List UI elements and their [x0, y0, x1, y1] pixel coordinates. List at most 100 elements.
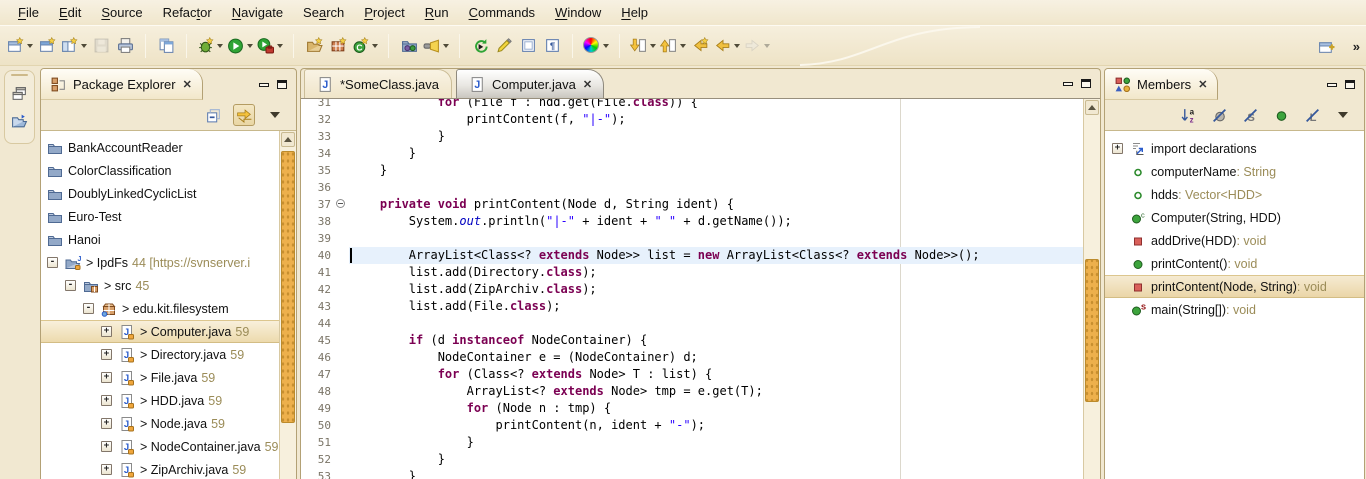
minimize-icon[interactable] [1063, 82, 1073, 86]
expand-toggle-icon[interactable]: + [101, 395, 112, 406]
maximize-icon[interactable] [1345, 80, 1355, 89]
tree-item-hanoi[interactable]: Hanoi [41, 228, 296, 251]
new-wizard-button[interactable] [5, 34, 35, 58]
tab-close-icon[interactable]: ✕ [582, 78, 593, 91]
open-type-button[interactable] [397, 34, 421, 58]
tree-item-doublylinkedcycliclist[interactable]: DoublyLinkedCyclicList [41, 182, 296, 205]
fast-view-grip[interactable] [11, 74, 28, 76]
code-line-45[interactable]: 45 if (d instanceof NodeContainer) { [301, 332, 1083, 349]
open-perspective-button[interactable] [1315, 34, 1339, 58]
menu-window[interactable]: Window [545, 1, 611, 24]
fold-collapse-icon[interactable] [335, 196, 349, 213]
search-flashlight-button[interactable] [421, 34, 451, 58]
tree-item-nodecontainer.java[interactable]: +J> NodeContainer.java59 [41, 435, 296, 458]
code-line-38[interactable]: 38 System.out.println("|-" + ident + " "… [301, 213, 1083, 230]
run-button[interactable] [225, 34, 255, 58]
code-line-49[interactable]: 49 for (Node n : tmp) { [301, 400, 1083, 417]
stacked-pages-button[interactable] [154, 34, 178, 58]
dropdown-chevron-icon[interactable] [27, 44, 33, 48]
last-edit-location-button[interactable] [688, 34, 712, 58]
code-line-40[interactable]: 40 ArrayList<Class<? extends Node>> list… [301, 247, 1083, 264]
tree-item-file.java[interactable]: +J> File.java59 [41, 366, 296, 389]
expand-toggle-icon[interactable]: + [1112, 143, 1123, 154]
dropdown-chevron-icon[interactable] [372, 44, 378, 48]
dropdown-chevron-icon[interactable] [217, 44, 223, 48]
tree-item-computer.java[interactable]: +J> Computer.java59 [41, 320, 296, 343]
open-folder-button[interactable] [9, 110, 31, 132]
code-line-44[interactable]: 44 [301, 315, 1083, 332]
editor-scrollbar[interactable] [1083, 99, 1100, 479]
debug-button[interactable] [195, 34, 225, 58]
expand-toggle-icon[interactable]: + [101, 464, 112, 475]
member-item-computer[interactable]: cComputer(String, HDD) [1105, 206, 1364, 229]
code-line-52[interactable]: 52 } [301, 451, 1083, 468]
menu-source[interactable]: Source [91, 1, 152, 24]
dropdown-chevron-icon[interactable] [650, 44, 656, 48]
frame-box-button[interactable] [516, 34, 540, 58]
tree-item-directory.java[interactable]: +J> Directory.java59 [41, 343, 296, 366]
tree-item-node.java[interactable]: +J> Node.java59 [41, 412, 296, 435]
tree-item-edu.kit.filesystem[interactable]: -> edu.kit.filesystem [41, 297, 296, 320]
new-window-button[interactable] [35, 34, 59, 58]
dropdown-chevron-icon[interactable] [680, 44, 686, 48]
member-item-hdds[interactable]: hdds : Vector<HDD> [1105, 183, 1364, 206]
dropdown-chevron-icon[interactable] [443, 44, 449, 48]
collapse-toggle-icon[interactable]: - [47, 257, 58, 268]
menu-run[interactable]: Run [415, 1, 459, 24]
dropdown-chevron-icon[interactable] [277, 44, 283, 48]
color-wheel-button[interactable] [581, 34, 611, 58]
minimize-icon[interactable] [259, 83, 269, 87]
tree-item-euro-test[interactable]: Euro-Test [41, 205, 296, 228]
new-view-button[interactable] [59, 34, 89, 58]
code-line-43[interactable]: 43 list.add(File.class); [301, 298, 1083, 315]
code-editor[interactable]: 31 for (File f : hdd.get(File.class)) { 3… [301, 99, 1100, 479]
code-line-48[interactable]: 48 ArrayList<? extends Node> tmp = e.get… [301, 383, 1083, 400]
menu-commands[interactable]: Commands [459, 1, 545, 24]
collapse-all-button[interactable] [202, 104, 224, 126]
menu-search[interactable]: Search [293, 1, 354, 24]
package-explorer-view-tab[interactable]: Package Explorer ✕ [41, 69, 203, 100]
code-line-35[interactable]: 35 } [301, 162, 1083, 179]
dropdown-chevron-icon[interactable] [764, 44, 770, 48]
menu-file[interactable]: File [8, 1, 49, 24]
code-line-36[interactable]: 36 [301, 179, 1083, 196]
tree-item-hdd.java[interactable]: +J> HDD.java59 [41, 389, 296, 412]
expand-toggle-icon[interactable]: + [101, 372, 112, 383]
code-line-41[interactable]: 41 list.add(Directory.class); [301, 264, 1083, 281]
menu-navigate[interactable]: Navigate [222, 1, 293, 24]
menu-project[interactable]: Project [354, 1, 414, 24]
code-line-53[interactable]: 53 } [301, 468, 1083, 479]
scroll-up-arrow[interactable] [281, 132, 295, 147]
view-menu-button[interactable] [1332, 104, 1354, 126]
editor-tab-computer.java[interactable]: JComputer.java✕ [456, 69, 604, 98]
expand-toggle-icon[interactable]: + [101, 418, 112, 429]
toolbar-overflow-button[interactable]: » [1353, 39, 1358, 54]
member-item-printcontent[interactable]: printContent(Node, String) : void [1105, 275, 1364, 298]
menu-edit[interactable]: Edit [49, 1, 91, 24]
dropdown-chevron-icon[interactable] [81, 44, 87, 48]
show-public-members-button[interactable] [1270, 104, 1292, 126]
hide-static-members-button[interactable]: S [1239, 104, 1261, 126]
dropdown-chevron-icon[interactable] [247, 44, 253, 48]
code-line-50[interactable]: 50 printContent(n, ident + "-"); [301, 417, 1083, 434]
restore-windows-button[interactable] [9, 82, 31, 104]
scrollbar-thumb[interactable] [1085, 259, 1099, 402]
scroll-up-arrow[interactable] [1085, 100, 1099, 115]
scrollbar-thumb[interactable] [281, 151, 295, 423]
member-item-adddrive[interactable]: addDrive(HDD) : void [1105, 229, 1364, 252]
menu-help[interactable]: Help [611, 1, 658, 24]
member-item-printcontent[interactable]: printContent() : void [1105, 252, 1364, 275]
tree-item-bankaccountreader[interactable]: BankAccountReader [41, 136, 296, 159]
tree-item-ziparchiv.java[interactable]: +J> ZipArchiv.java59 [41, 458, 296, 479]
tree-item-src[interactable]: -> src45 [41, 274, 296, 297]
new-package-button[interactable] [326, 34, 350, 58]
code-line-33[interactable]: 33 } [301, 128, 1083, 145]
minimize-icon[interactable] [1327, 83, 1337, 87]
code-line-39[interactable]: 39 [301, 230, 1083, 247]
collapse-toggle-icon[interactable]: - [65, 280, 76, 291]
code-line-31[interactable]: 31 for (File f : hdd.get(File.class)) { [301, 99, 1083, 111]
forward-button[interactable] [742, 34, 772, 58]
expand-toggle-icon[interactable]: + [101, 441, 112, 452]
member-item-main[interactable]: Smain(String[]) : void [1105, 298, 1364, 321]
collapse-toggle-icon[interactable]: - [83, 303, 94, 314]
